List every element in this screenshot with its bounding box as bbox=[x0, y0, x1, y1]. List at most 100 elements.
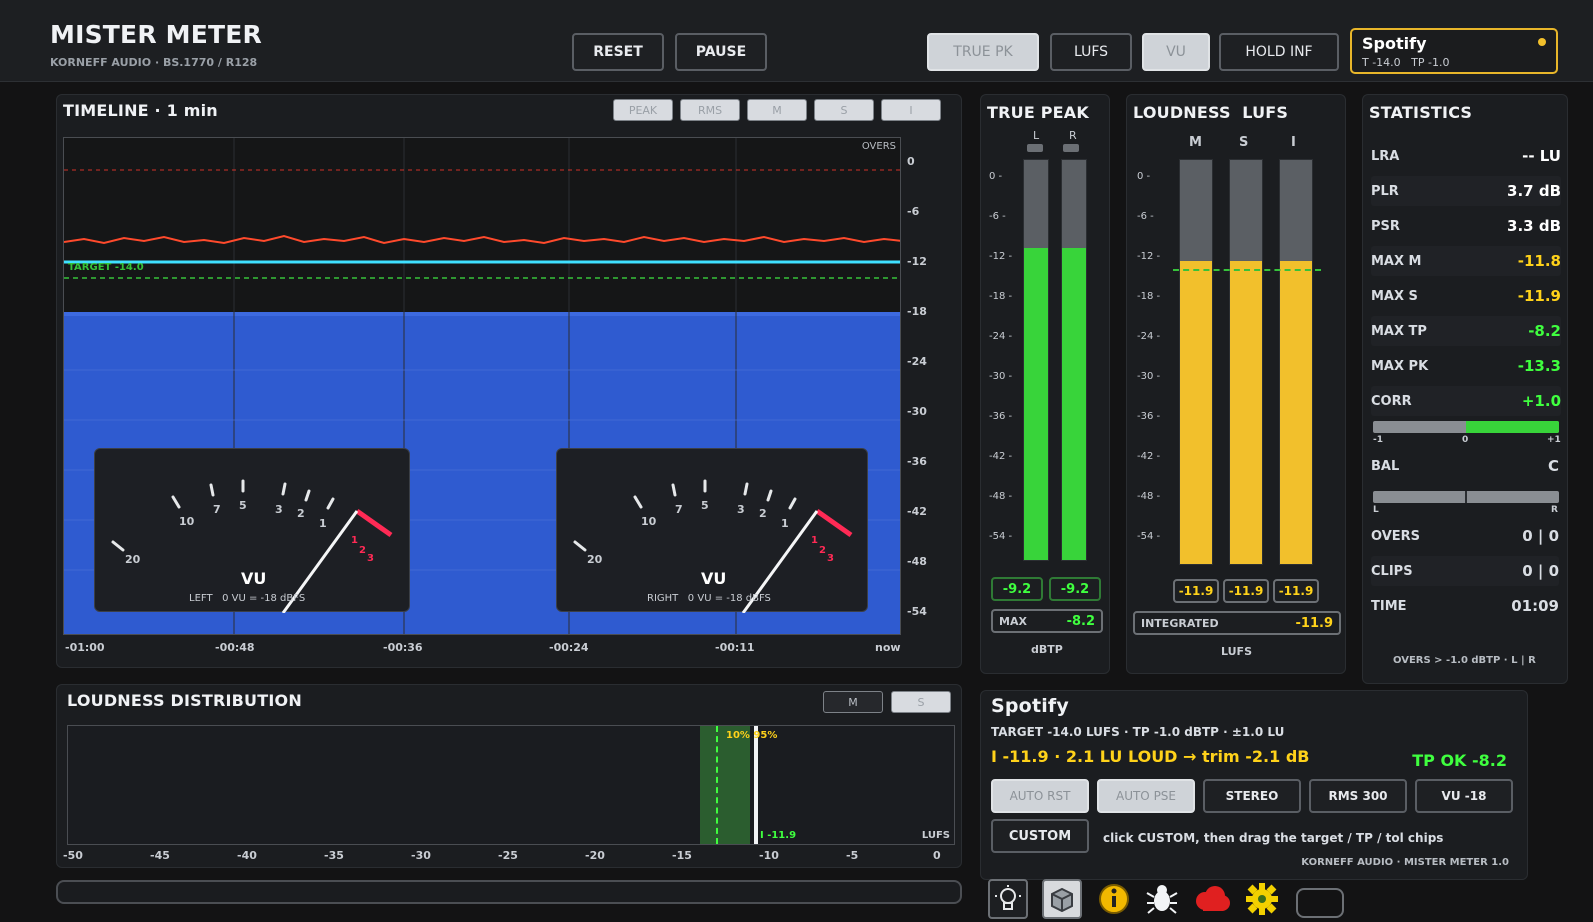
stat-row-overs: OVERS 0 | 0 bbox=[1371, 521, 1559, 551]
pause-button[interactable]: PAUSE bbox=[675, 33, 767, 71]
distribution-x-tick: -5 bbox=[846, 849, 859, 862]
peak-trace bbox=[64, 234, 900, 245]
app-header: MISTER METER KORNEFF AUDIO · BS.1770 / R… bbox=[0, 0, 1593, 82]
mode-true-peak-button[interactable]: TRUE PK bbox=[927, 33, 1039, 71]
percentile-label: 10% 95% bbox=[726, 730, 778, 741]
mode-hold-inf-button[interactable]: HOLD INF bbox=[1219, 33, 1339, 71]
gear-icon[interactable] bbox=[1242, 879, 1282, 919]
true-peak-title: TRUE PEAK bbox=[987, 103, 1089, 122]
preset-selector[interactable]: Spotify T -14.0 TP -1.0 bbox=[1350, 28, 1558, 74]
corr-tick-min: -1 bbox=[1373, 435, 1383, 445]
blank-icon[interactable] bbox=[1296, 888, 1344, 918]
timeline-chip-peak[interactable]: PEAK bbox=[613, 99, 673, 121]
lufs-scale-tick: -30 - bbox=[1137, 371, 1161, 382]
lufs-scale-tick: -42 - bbox=[1137, 451, 1161, 462]
tp-max-label: MAX bbox=[999, 614, 1027, 628]
balance-value: C bbox=[1547, 457, 1559, 475]
vu-left-scale-7: 7 bbox=[213, 503, 221, 516]
scroll-bar[interactable] bbox=[56, 880, 962, 904]
vu-right-scale-20: 20 bbox=[587, 553, 603, 566]
vu-left-sub: LEFT 0 VU = -18 dBFS bbox=[189, 593, 306, 604]
distribution-band-edge bbox=[716, 726, 718, 844]
tp-meter-r bbox=[1061, 159, 1087, 561]
tp-readout-r: -9.2 bbox=[1049, 577, 1101, 601]
tp-meter-l bbox=[1023, 159, 1049, 561]
distribution-chip-s[interactable]: S bbox=[891, 691, 951, 713]
distribution-band bbox=[700, 726, 750, 844]
vu-18-button[interactable]: VU -18 bbox=[1415, 779, 1513, 813]
vu-meter-left: 20 10 7 5 3 2 1 1 2 3 VU LEFT 0 VU = -18… bbox=[94, 448, 410, 613]
corr-tick-mid: 0 bbox=[1462, 435, 1469, 445]
timeline-chip-m[interactable]: M bbox=[747, 99, 807, 121]
statistics-panel: STATISTICS LRA -- LU PLR 3.7 dB PSR 3.3 dB … bbox=[1362, 94, 1568, 684]
target-label: TARGET -14.0 bbox=[68, 262, 144, 273]
distribution-x-tick: -15 bbox=[672, 849, 692, 862]
cloud-icon[interactable] bbox=[1192, 879, 1232, 919]
auto-reset-button[interactable]: AUTO RST bbox=[991, 779, 1089, 813]
stat-label: PSR bbox=[1371, 218, 1400, 234]
loudness-title: LOUDNESS LUFS bbox=[1133, 103, 1289, 122]
distribution-x-tick: -50 bbox=[63, 849, 83, 862]
balance-meter bbox=[1373, 491, 1559, 503]
preset-tp-status: TP OK -8.2 bbox=[1412, 751, 1507, 770]
tp-scale-tick: 0 - bbox=[989, 171, 1003, 182]
stat-row: PSR 3.3 dB bbox=[1371, 211, 1561, 241]
stereo-button[interactable]: STEREO bbox=[1203, 779, 1301, 813]
timeline-chip-rms[interactable]: RMS bbox=[680, 99, 740, 121]
distribution-unit: LUFS bbox=[921, 830, 950, 841]
integrated-marker-label: I -11.9 bbox=[760, 830, 797, 841]
loudness-panel: LOUDNESS LUFS M S I 0 - -6 - -12 - -18 - -24… bbox=[1126, 94, 1346, 674]
timeline-chip-i[interactable]: I bbox=[881, 99, 941, 121]
timeline-x-tick: -00:48 bbox=[215, 641, 255, 654]
tp-scale-tick: -6 - bbox=[989, 211, 1006, 222]
distribution-title: LOUDNESS DISTRIBUTION bbox=[67, 691, 302, 710]
timeline-x-tick: -00:11 bbox=[715, 641, 755, 654]
tp-scale-tick: -18 - bbox=[989, 291, 1013, 302]
tp-meter-l-fill bbox=[1024, 248, 1048, 560]
distribution-chip-m[interactable]: M bbox=[823, 691, 883, 713]
lufs-scale-tick: 0 - bbox=[1137, 171, 1151, 182]
timeline-title: TIMELINE · 1 min bbox=[63, 101, 218, 120]
timeline-chip-s[interactable]: S bbox=[814, 99, 874, 121]
tp-channel-l: L bbox=[1033, 129, 1040, 142]
distribution-x-tick: -25 bbox=[498, 849, 518, 862]
bug-icon[interactable] bbox=[1142, 879, 1182, 919]
statistics-list: LRA -- LU PLR 3.7 dB PSR 3.3 dB MAX M -11.8 … bbox=[1363, 141, 1569, 416]
stat-label: PLR bbox=[1371, 183, 1399, 199]
lufs-channel-s: S bbox=[1239, 135, 1249, 150]
info-icon[interactable] bbox=[1094, 879, 1134, 919]
stat-label: LRA bbox=[1371, 148, 1400, 164]
stat-value: +1.0 bbox=[1521, 392, 1561, 410]
distribution-x-tick: 0 bbox=[933, 849, 941, 862]
lufs-integrated-readout[interactable]: INTEGRATED -11.9 bbox=[1133, 611, 1341, 635]
custom-button[interactable]: CUSTOM bbox=[991, 819, 1089, 853]
lufs-scale-tick: -6 - bbox=[1137, 211, 1154, 222]
stat-label: OVERS bbox=[1371, 528, 1421, 544]
lufs-scale-tick: -24 - bbox=[1137, 331, 1161, 342]
mode-vu-button[interactable]: VU bbox=[1142, 33, 1210, 71]
timeline-y-tick: -6 bbox=[907, 205, 920, 218]
box-icon[interactable] bbox=[1042, 879, 1082, 919]
preset-panel-title: Spotify bbox=[991, 695, 1069, 717]
lufs-meter-s-fill bbox=[1230, 261, 1262, 564]
vu-right-sub: RIGHT 0 VU = -18 dBFS bbox=[647, 593, 771, 604]
tp-meter-r-fill bbox=[1062, 248, 1086, 560]
correlation-meter bbox=[1373, 421, 1559, 433]
tp-scale-tick: -24 - bbox=[989, 331, 1013, 342]
rms-300-button[interactable]: RMS 300 bbox=[1309, 779, 1407, 813]
lufs-meter-m-fill bbox=[1180, 261, 1212, 564]
stat-value: 3.7 dB bbox=[1507, 182, 1561, 200]
tp-max-readout[interactable]: MAX -8.2 bbox=[991, 609, 1103, 633]
timeline-y-tick: -48 bbox=[907, 555, 927, 568]
reset-button[interactable]: RESET bbox=[572, 33, 664, 71]
integrated-marker bbox=[754, 726, 758, 844]
auto-pause-button[interactable]: AUTO PSE bbox=[1097, 779, 1195, 813]
custom-hint: click CUSTOM, then drag the target / TP … bbox=[1103, 831, 1444, 845]
stat-label: CORR bbox=[1371, 393, 1412, 409]
vu-left-dial bbox=[111, 479, 393, 613]
lightbulb-icon[interactable] bbox=[988, 879, 1028, 919]
vu-left-caption: VU bbox=[241, 569, 267, 588]
vu-left-scale-2: 2 bbox=[297, 507, 305, 520]
distribution-x-tick: -30 bbox=[411, 849, 431, 862]
mode-lufs-button[interactable]: LUFS bbox=[1050, 33, 1132, 71]
